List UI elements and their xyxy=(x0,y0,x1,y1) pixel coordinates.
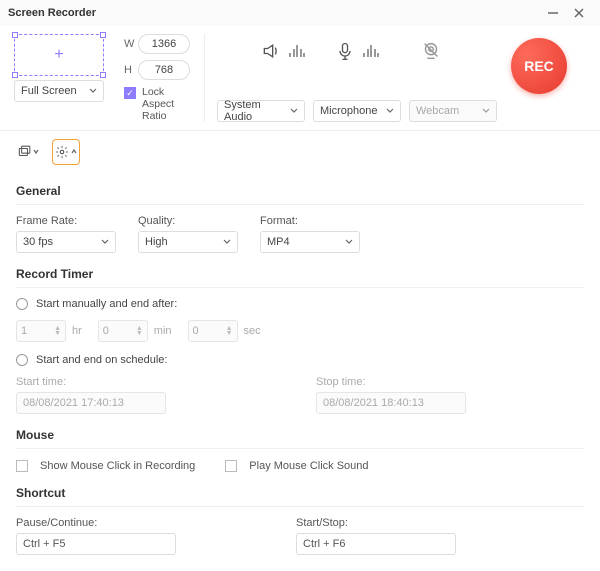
minimize-button[interactable] xyxy=(540,0,566,26)
settings-panel: General Frame Rate: 30 fps Quality: High… xyxy=(0,174,600,571)
show-mouse-click-checkbox[interactable]: ✓ Show Mouse Click in Recording xyxy=(16,459,195,472)
section-mouse: Mouse xyxy=(16,414,584,449)
settings-tool[interactable] xyxy=(52,139,80,165)
lock-aspect-label: Lock Aspect Ratio xyxy=(142,86,192,122)
mic-source-value: Microphone xyxy=(320,105,377,117)
close-button[interactable] xyxy=(566,0,592,26)
height-input[interactable]: 768 xyxy=(138,60,190,80)
quality-select[interactable]: High xyxy=(138,231,238,253)
format-select[interactable]: MP4 xyxy=(260,231,360,253)
record-button[interactable]: REC xyxy=(511,38,567,94)
startstop-shortcut-input[interactable]: Ctrl + F6 xyxy=(296,533,456,555)
timer-option-manual[interactable]: Start manually and end after: xyxy=(16,298,584,310)
capture-region-frame[interactable]: + xyxy=(14,34,104,76)
chevron-down-icon xyxy=(386,107,394,115)
capture-and-sources: + Full Screen W 1366 H 768 ✓ Lock Aspect… xyxy=(0,26,600,131)
checkbox-checked-icon: ✓ xyxy=(124,87,136,99)
framerate-label: Frame Rate: xyxy=(16,215,116,227)
seconds-unit: sec xyxy=(244,325,261,337)
webcam-icon[interactable] xyxy=(409,40,453,62)
window-title: Screen Recorder xyxy=(8,7,96,19)
chevron-down-icon xyxy=(290,107,298,115)
speaker-icon[interactable] xyxy=(261,40,305,62)
startstop-shortcut-label: Start/Stop: xyxy=(296,517,456,529)
play-click-sound-label: Play Mouse Click Sound xyxy=(249,460,368,472)
chevron-down-icon xyxy=(482,107,490,115)
separator xyxy=(204,34,205,122)
capture-area: + Full Screen xyxy=(14,34,118,122)
tool-row xyxy=(0,131,600,174)
framerate-select[interactable]: 30 fps xyxy=(16,231,116,253)
show-mouse-click-label: Show Mouse Click in Recording xyxy=(40,460,195,472)
source-group: System Audio Microphone Webcam xyxy=(217,34,497,122)
format-label: Format: xyxy=(260,215,360,227)
chevron-down-icon xyxy=(223,238,231,246)
pause-shortcut-input[interactable]: Ctrl + F5 xyxy=(16,533,176,555)
timer-option-schedule[interactable]: Start and end on schedule: xyxy=(16,354,584,366)
audio-source-value: System Audio xyxy=(224,99,290,123)
play-click-sound-checkbox[interactable]: ✓ Play Mouse Click Sound xyxy=(225,459,368,472)
section-shortcut: Shortcut xyxy=(16,472,584,507)
stop-time-label: Stop time: xyxy=(316,376,466,388)
minutes-input[interactable]: 0▲▼ xyxy=(98,320,148,342)
seconds-input[interactable]: 0▲▼ xyxy=(188,320,238,342)
pause-shortcut-label: Pause/Continue: xyxy=(16,517,176,529)
chevron-down-icon xyxy=(89,87,97,95)
webcam-source-select[interactable]: Webcam xyxy=(409,100,497,122)
screenshot-tool[interactable] xyxy=(14,139,42,165)
start-time-label: Start time: xyxy=(16,376,166,388)
quality-label: Quality: xyxy=(138,215,238,227)
checkbox-icon: ✓ xyxy=(16,460,28,472)
hours-input[interactable]: 1▲▼ xyxy=(16,320,66,342)
height-label: H xyxy=(124,64,138,76)
audio-source-select[interactable]: System Audio xyxy=(217,100,305,122)
checkbox-icon: ✓ xyxy=(225,460,237,472)
width-label: W xyxy=(124,38,138,50)
capture-preset-select[interactable]: Full Screen xyxy=(14,80,104,102)
stop-time-input[interactable]: 08/08/2021 18:40:13 xyxy=(316,392,466,414)
lock-aspect-row[interactable]: ✓ Lock Aspect Ratio xyxy=(124,86,192,122)
titlebar: Screen Recorder xyxy=(0,0,600,26)
hours-unit: hr xyxy=(72,325,82,337)
timer-option-manual-label: Start manually and end after: xyxy=(36,298,177,310)
duration-row: 1▲▼ hr 0▲▼ min 0▲▼ sec xyxy=(16,320,584,342)
capture-preset-value: Full Screen xyxy=(21,85,77,97)
mic-source-select[interactable]: Microphone xyxy=(313,100,401,122)
record-button-label: REC xyxy=(524,58,554,74)
microphone-icon[interactable] xyxy=(335,40,379,62)
radio-icon xyxy=(16,354,28,366)
section-general: General xyxy=(16,174,584,205)
chevron-down-icon xyxy=(345,238,353,246)
webcam-source-value: Webcam xyxy=(416,105,459,117)
radio-icon xyxy=(16,298,28,310)
dimensions: W 1366 H 768 ✓ Lock Aspect Ratio xyxy=(124,34,192,122)
start-time-input[interactable]: 08/08/2021 17:40:13 xyxy=(16,392,166,414)
section-timer: Record Timer xyxy=(16,253,584,288)
minutes-unit: min xyxy=(154,325,172,337)
timer-option-schedule-label: Start and end on schedule: xyxy=(36,354,167,366)
width-input[interactable]: 1366 xyxy=(138,34,190,54)
chevron-down-icon xyxy=(101,238,109,246)
